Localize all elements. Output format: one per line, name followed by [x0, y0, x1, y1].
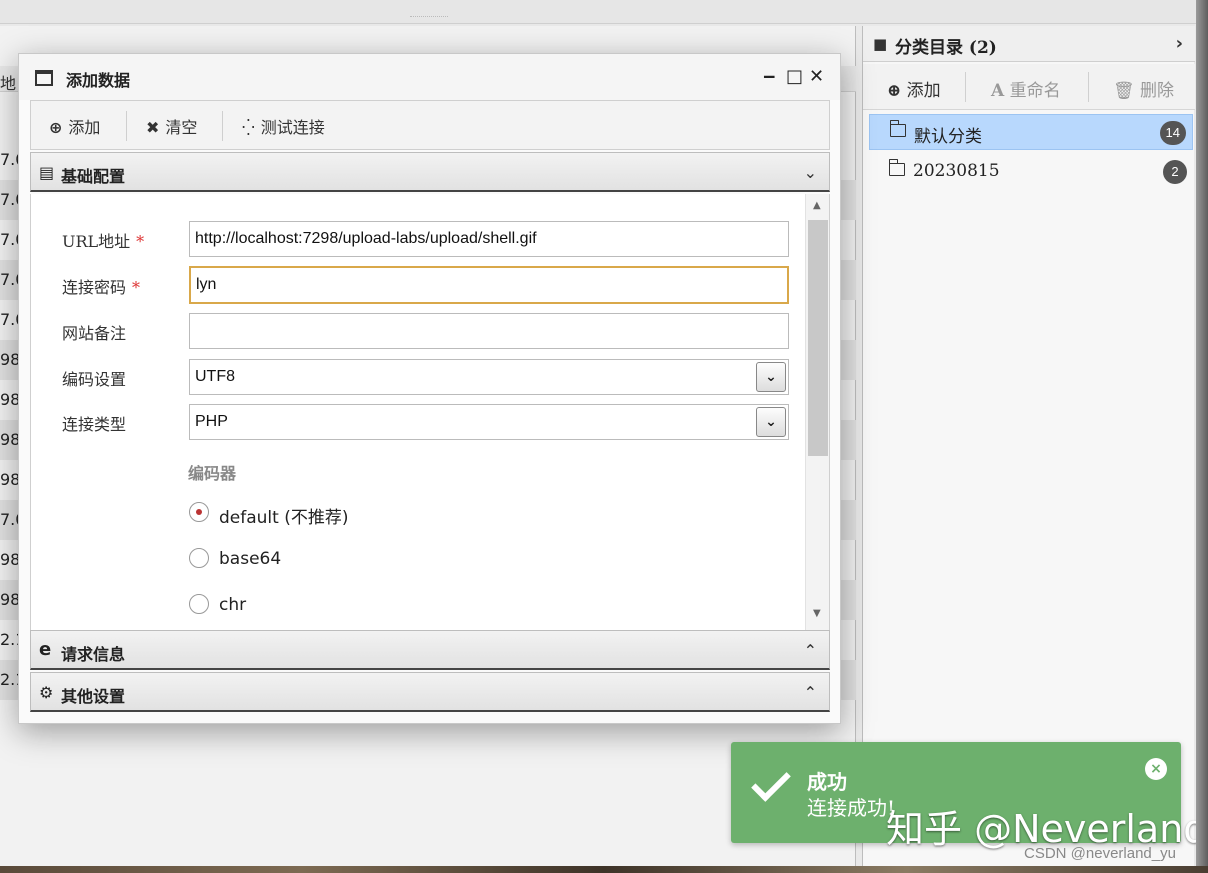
note-input[interactable] [189, 313, 789, 349]
url-label: URL地址 * [62, 232, 145, 251]
top-bar [0, 0, 1196, 24]
spinner-icon: ⁛ [242, 118, 255, 137]
section-title: 基础配置 [61, 167, 126, 186]
trash-icon: 🗑 [1113, 81, 1135, 101]
encoding-label: 编码设置 [62, 370, 127, 389]
chevron-up-icon: ⌃ [803, 641, 817, 660]
connection-type-label: 连接类型 [62, 415, 127, 434]
encoder-radio-base64[interactable] [189, 548, 209, 568]
folder-open-icon [888, 159, 905, 176]
basic-config-panel: URL地址* 连接密码* 网站备注 编码设置 UTF8 ⌄ 连接类型 PHP ⌄… [30, 194, 830, 630]
plus-circle-icon: ⊕ [887, 81, 902, 101]
sidebar-add-button[interactable]: ⊕ 添加 [887, 76, 941, 101]
encoder-label-chr: chr [219, 595, 247, 615]
category-name: 默认分类 [914, 127, 982, 147]
section-other-settings[interactable]: ⚙ 其他设置 ⌃ [30, 672, 830, 712]
encoding-select[interactable]: UTF8 ⌄ [189, 359, 789, 395]
encoder-label-default: default (不推荐) [219, 508, 349, 528]
add-data-dialog: 添加数据 ‒ □ ✕ ⊕ 添加 ✖ 清空 ⁛ 测试连接 ▤ 基础配置 ⌄ URL地址 *… [18, 53, 841, 724]
category-name: 20230815 [913, 161, 1000, 181]
folder-icon: ■ [873, 35, 888, 53]
password-label: 连接密码 * [62, 278, 141, 297]
sidebar-header: ■ 分类目录 (2) › [863, 26, 1195, 62]
window-icon [35, 70, 53, 86]
test-connection-button[interactable]: ⁛ 测试连接 [242, 114, 325, 138]
section-request-info[interactable]: e 请求信息 ⌃ [30, 630, 830, 670]
chevron-down-icon[interactable]: ⌄ [756, 407, 786, 437]
chevron-down-icon: ⌄ [803, 163, 817, 182]
note-label: 网站备注 [62, 324, 127, 343]
sidebar-title: 分类目录 (2) [895, 38, 997, 58]
close-icon[interactable]: × [1145, 758, 1167, 780]
plus-circle-icon: ⊕ [49, 118, 63, 137]
encoder-radio-chr[interactable] [189, 594, 209, 614]
checkmark-icon [751, 762, 791, 802]
scrollbar-thumb[interactable] [808, 220, 828, 456]
encoder-radio-default[interactable] [189, 502, 209, 522]
connection-type-select[interactable]: PHP ⌄ [189, 404, 789, 440]
dialog-titlebar[interactable]: 添加数据 ‒ □ ✕ [19, 54, 840, 100]
splitter-grip[interactable] [410, 16, 448, 18]
encoder-label-base64: base64 [219, 549, 282, 569]
folder-open-icon [889, 120, 906, 137]
category-item-default[interactable]: 默认分类 14 [869, 114, 1193, 150]
document-icon: ▤ [39, 163, 55, 182]
chevron-down-icon[interactable]: ⌄ [756, 362, 786, 392]
scroll-down-icon[interactable]: ▼ [813, 608, 821, 619]
dialog-toolbar: ⊕ 添加 ✖ 清空 ⁛ 测试连接 [30, 100, 830, 150]
section-title: 请求信息 [61, 645, 126, 664]
chevron-right-icon[interactable]: › [1176, 33, 1183, 54]
gears-icon: ⚙ [39, 683, 54, 702]
sidebar-rename-button[interactable]: A 重命名 [991, 76, 1061, 101]
sidebar-toolbar: ⊕ 添加 A 重命名 🗑 删除 [863, 64, 1195, 110]
section-title: 其他设置 [61, 687, 126, 706]
close-icon[interactable]: ✕ [809, 66, 824, 87]
desktop-strip [0, 866, 1208, 873]
edge-icon: e [39, 639, 52, 660]
toast-message: 连接成功! [807, 796, 896, 820]
font-icon: A [991, 81, 1005, 101]
scroll-up-icon[interactable]: ▲ [813, 200, 821, 211]
sidebar-delete-button[interactable]: 🗑 删除 [1113, 76, 1174, 101]
password-input[interactable] [189, 266, 789, 304]
toast-title: 成功 [807, 770, 847, 794]
encoder-title: 编码器 [188, 464, 237, 483]
minimize-icon[interactable]: ‒ [763, 66, 776, 87]
clear-button[interactable]: ✖ 清空 [146, 114, 197, 138]
category-sidebar: ■ 分类目录 (2) › ⊕ 添加 A 重命名 🗑 删除 默认分类 14 202… [862, 26, 1195, 866]
category-count-badge: 2 [1163, 160, 1187, 184]
window-edge [1196, 0, 1208, 873]
watermark-sub: CSDN @neverland_yu [1024, 845, 1176, 862]
background-header-fragment: 地 [0, 74, 17, 93]
dialog-title: 添加数据 [66, 71, 131, 90]
category-count-badge: 14 [1159, 121, 1186, 145]
url-input[interactable] [189, 221, 789, 257]
chevron-up-icon: ⌃ [803, 683, 817, 702]
add-button[interactable]: ⊕ 添加 [49, 114, 100, 138]
category-item-20230815[interactable]: 20230815 2 [869, 154, 1193, 190]
section-basic-config[interactable]: ▤ 基础配置 ⌄ [30, 152, 830, 192]
maximize-icon[interactable]: □ [786, 66, 803, 87]
x-icon: ✖ [146, 118, 160, 137]
panel-scrollbar[interactable]: ▲ ▼ [805, 194, 829, 630]
